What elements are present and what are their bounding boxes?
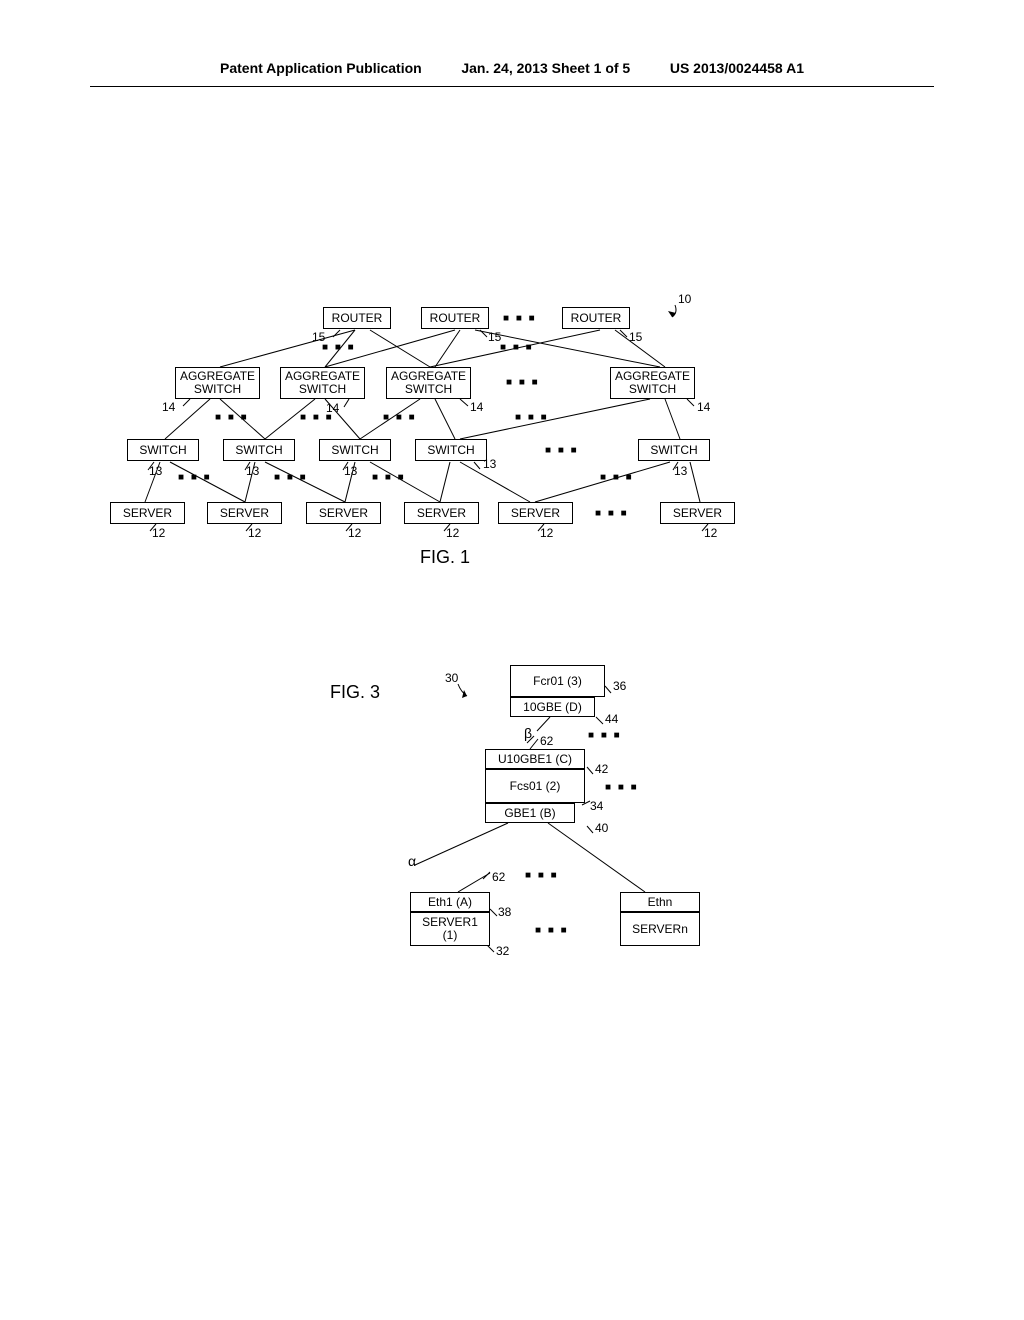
server-box-3: SERVER [306, 502, 381, 524]
fig3-label: FIG. 3 [330, 682, 380, 703]
ref-13-5: 13 [674, 464, 687, 478]
servern-box: SERVERn [620, 912, 700, 946]
ref-42: 42 [595, 762, 608, 776]
server-box-6: SERVER [660, 502, 735, 524]
server-box-2: SERVER [207, 502, 282, 524]
dots: ■ ■ ■ [588, 730, 622, 741]
server1-box: SERVER1(1) [410, 912, 490, 946]
ref-32: 32 [496, 944, 509, 958]
ref-15-3: 15 [629, 330, 642, 344]
switch-box-5: SWITCH [638, 439, 710, 461]
ref-13-3: 13 [344, 464, 357, 478]
ref-40: 40 [595, 821, 608, 835]
ref-12-1: 12 [152, 526, 165, 540]
ref-62a: 62 [540, 734, 553, 748]
switch-box-3: SWITCH [319, 439, 391, 461]
server-box-5: SERVER [498, 502, 573, 524]
dots: ■ ■ ■ [605, 782, 639, 793]
dots: ■ ■ ■ [503, 313, 537, 324]
fcs01-box: Fcs01 (2) [485, 769, 585, 803]
dots: ■ ■ ■ [322, 342, 356, 353]
beta-label: β [524, 725, 532, 741]
ref-12-2: 12 [248, 526, 261, 540]
dots: ■ ■ ■ [535, 925, 569, 936]
dots: ■ ■ ■ [506, 377, 540, 388]
gbe10-box: 10GBE (D) [510, 697, 595, 717]
router-box-1: ROUTER [323, 307, 391, 329]
ref-13-2: 13 [246, 464, 259, 478]
router-box-2: ROUTER [421, 307, 489, 329]
ref-38: 38 [498, 905, 511, 919]
ref-12-6: 12 [704, 526, 717, 540]
dots: ■ ■ ■ [500, 342, 534, 353]
dots: ■ ■ ■ [372, 472, 406, 483]
dots: ■ ■ ■ [525, 870, 559, 881]
switch-box-2: SWITCH [223, 439, 295, 461]
ref-14-4: 14 [697, 400, 710, 414]
switch-box-1: SWITCH [127, 439, 199, 461]
agg-box-1: AGGREGATESWITCH [175, 367, 260, 399]
ref-62b: 62 [492, 870, 505, 884]
ref-10: 10 [678, 292, 691, 306]
header-left: Patent Application Publication [220, 60, 422, 76]
dots: ■ ■ ■ [178, 472, 212, 483]
dots: ■ ■ ■ [274, 472, 308, 483]
dots: ■ ■ ■ [383, 412, 417, 423]
fcr01-box: Fcr01 (3) [510, 665, 605, 697]
agg-box-4: AGGREGATESWITCH [610, 367, 695, 399]
dots: ■ ■ ■ [515, 412, 549, 423]
ref-14-1: 14 [162, 400, 175, 414]
ref-13-4: 13 [483, 457, 496, 471]
server-box-4: SERVER [404, 502, 479, 524]
router-box-3: ROUTER [562, 307, 630, 329]
ref-12-3: 12 [348, 526, 361, 540]
ref-34: 34 [590, 799, 603, 813]
eth1-box: Eth1 (A) [410, 892, 490, 912]
gbe1-box: GBE1 (B) [485, 803, 575, 823]
fig1-label: FIG. 1 [420, 547, 470, 568]
dots: ■ ■ ■ [215, 412, 249, 423]
ref-44: 44 [605, 712, 618, 726]
dots: ■ ■ ■ [600, 472, 634, 483]
ref-36: 36 [613, 679, 626, 693]
agg-box-2: AGGREGATESWITCH [280, 367, 365, 399]
header-center: Jan. 24, 2013 Sheet 1 of 5 [461, 60, 630, 76]
agg-box-3: AGGREGATESWITCH [386, 367, 471, 399]
alpha-label: α [408, 853, 416, 869]
ref-14-3: 14 [470, 400, 483, 414]
ref-30: 30 [445, 671, 458, 685]
u10gbe1-box: U10GBE1 (C) [485, 749, 585, 769]
ref-12-5: 12 [540, 526, 553, 540]
ethn-box: Ethn [620, 892, 700, 912]
ref-13-1: 13 [149, 464, 162, 478]
ref-12-4: 12 [446, 526, 459, 540]
switch-box-4: SWITCH [415, 439, 487, 461]
header-right: US 2013/0024458 A1 [670, 60, 804, 76]
dots: ■ ■ ■ [595, 508, 629, 519]
page-header: Patent Application Publication Jan. 24, … [90, 0, 934, 87]
server-box-1: SERVER [110, 502, 185, 524]
dots: ■ ■ ■ [300, 412, 334, 423]
dots: ■ ■ ■ [545, 445, 579, 456]
